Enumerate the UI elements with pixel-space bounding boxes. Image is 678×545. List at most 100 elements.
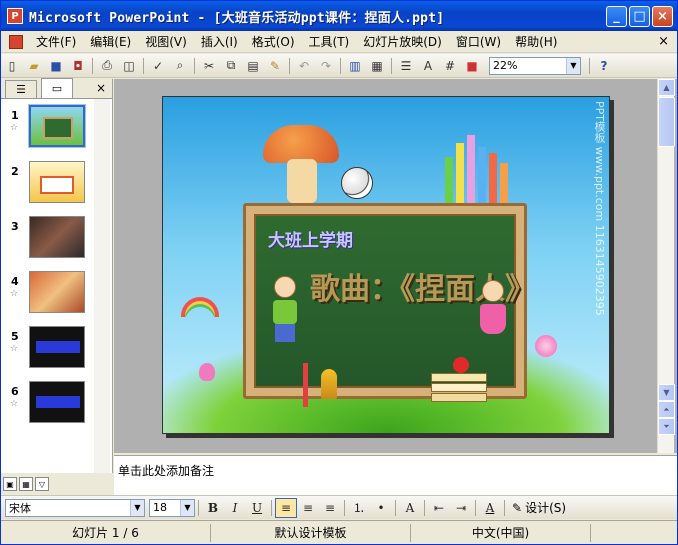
- underline-button[interactable]: U: [246, 498, 268, 518]
- view-buttons: ▣ ▦ ▽: [3, 477, 49, 491]
- slide-thumbnail[interactable]: [29, 161, 85, 203]
- slides-icon: ▭: [51, 82, 63, 95]
- print-icon[interactable]: ⎙: [96, 56, 118, 76]
- chevron-down-icon[interactable]: ▼: [180, 499, 194, 516]
- help-icon[interactable]: ?: [593, 56, 615, 76]
- close-button[interactable]: ×: [652, 6, 673, 27]
- tab-slides[interactable]: ▭: [41, 78, 73, 98]
- decrease-indent-icon[interactable]: ⇤: [428, 498, 450, 518]
- menu-format[interactable]: 格式(O): [245, 33, 302, 50]
- close-document-button[interactable]: ×: [658, 34, 669, 49]
- next-slide-icon[interactable]: ⏷: [658, 418, 675, 435]
- design-icon: ✎: [512, 500, 523, 515]
- open-icon[interactable]: ▰: [23, 56, 45, 76]
- design-label: 设计(S): [525, 501, 567, 515]
- menu-help[interactable]: 帮助(H): [508, 33, 564, 50]
- slideshow-icon[interactable]: ▽: [35, 477, 49, 491]
- insert-table-icon[interactable]: ▦: [366, 56, 388, 76]
- paste-icon[interactable]: ▤: [242, 56, 264, 76]
- slide-thumbnail[interactable]: [29, 381, 85, 423]
- increase-font-icon[interactable]: A: [399, 498, 421, 518]
- tab-outline[interactable]: ☰: [5, 80, 37, 98]
- menu-view[interactable]: 视图(V): [138, 33, 194, 50]
- menu-window[interactable]: 窗口(W): [449, 33, 508, 50]
- pencil-decoration: [303, 363, 308, 407]
- align-left-icon[interactable]: ≡: [275, 497, 297, 518]
- slide-sorter-icon[interactable]: ▦: [19, 477, 33, 491]
- print-preview-icon[interactable]: ◫: [118, 56, 140, 76]
- numbering-icon[interactable]: ⒈: [348, 498, 370, 518]
- title-bar[interactable]: P Microsoft PowerPoint - [大班音乐活动ppt课件：捏面…: [1, 1, 677, 31]
- menu-file[interactable]: 文件(F): [29, 33, 83, 50]
- research-icon[interactable]: ⌕: [169, 56, 191, 76]
- expand-all-icon[interactable]: ☰: [395, 56, 417, 76]
- editor-vertical-scrollbar[interactable]: ▲ ▼ ⏶ ⏷: [657, 79, 675, 453]
- close-pane-button[interactable]: ×: [96, 81, 106, 95]
- redo-icon[interactable]: ↷: [315, 56, 337, 76]
- animation-star-icon: ☆: [10, 344, 19, 354]
- font-color-icon[interactable]: A: [479, 498, 501, 518]
- normal-view-icon[interactable]: ▣: [3, 477, 17, 491]
- show-formatting-icon[interactable]: A: [417, 56, 439, 76]
- design-button[interactable]: ✎ 设计(S): [512, 499, 566, 516]
- bold-button[interactable]: B: [202, 498, 224, 518]
- align-right-icon[interactable]: ≡: [319, 498, 341, 518]
- slide-subtitle[interactable]: 大班上学期: [268, 226, 353, 251]
- soccer-ball-decoration: [341, 167, 373, 199]
- chevron-down-icon[interactable]: ▼: [566, 57, 580, 74]
- status-bar: 幻灯片 1 / 6 默认设计模板 中文(中国): [1, 520, 677, 544]
- menu-edit[interactable]: 编辑(E): [83, 33, 138, 50]
- font-value: 宋体: [9, 501, 31, 515]
- save-icon[interactable]: ■: [45, 56, 67, 76]
- slide-canvas[interactable]: 大班上学期 歌曲：《捏面人》 PPT模板 www.ppt.com 1163145…: [162, 96, 610, 434]
- document-icon[interactable]: [9, 34, 23, 49]
- minimize-button[interactable]: _: [606, 6, 627, 27]
- color-grayscale-icon[interactable]: ■: [461, 56, 483, 76]
- mushroom-decoration: [263, 125, 339, 163]
- slide-number: 3: [11, 220, 19, 233]
- pane-tabs: ☰ ▭ ×: [1, 78, 112, 99]
- scroll-up-icon[interactable]: ▲: [658, 79, 675, 96]
- blackboard-surface: 大班上学期 歌曲：《捏面人》: [254, 214, 535, 388]
- cut-icon[interactable]: ✂: [198, 56, 220, 76]
- crayons-decoration: [445, 127, 515, 207]
- permission-icon[interactable]: ◘: [67, 56, 89, 76]
- animation-star-icon: ☆: [10, 123, 19, 133]
- status-template[interactable]: 默认设计模板: [211, 523, 411, 542]
- format-painter-icon[interactable]: ✎: [264, 56, 286, 76]
- notes-pane[interactable]: 单击此处添加备注: [114, 455, 677, 495]
- slide-thumbnail[interactable]: [29, 326, 85, 368]
- scroll-thumb[interactable]: [658, 97, 675, 147]
- animation-star-icon: ☆: [10, 289, 19, 299]
- slide-thumbnail[interactable]: [29, 271, 85, 313]
- slide-number: 4: [11, 275, 19, 288]
- insert-chart-icon[interactable]: ▥: [344, 56, 366, 76]
- copy-icon[interactable]: ⧉: [220, 56, 242, 76]
- zoom-value: 22%: [493, 59, 518, 72]
- menu-tools[interactable]: 工具(T): [302, 33, 357, 50]
- font-size-select[interactable]: 18 ▼: [149, 498, 195, 517]
- font-select[interactable]: 宋体 ▼: [5, 498, 145, 517]
- increase-indent-icon[interactable]: ⇥: [450, 498, 472, 518]
- font-size-value: 18: [153, 501, 167, 514]
- align-center-icon[interactable]: ≡: [297, 498, 319, 518]
- scroll-down-icon[interactable]: ▼: [658, 384, 675, 401]
- spelling-icon[interactable]: ✓: [147, 56, 169, 76]
- slide-thumbnail[interactable]: [28, 104, 86, 148]
- slides-scrollbar[interactable]: [94, 99, 110, 473]
- previous-slide-icon[interactable]: ⏶: [658, 401, 675, 418]
- zoom-select[interactable]: 22% ▼: [489, 56, 581, 75]
- show-grid-icon[interactable]: #: [439, 56, 461, 76]
- menu-insert[interactable]: 插入(I): [194, 33, 245, 50]
- undo-icon[interactable]: ↶: [293, 56, 315, 76]
- slide-number: 1: [11, 109, 19, 122]
- boy-figure: [270, 276, 300, 346]
- italic-button[interactable]: I: [224, 498, 246, 518]
- slide-thumbnail[interactable]: [29, 216, 85, 258]
- powerpoint-icon[interactable]: P: [7, 8, 23, 24]
- maximize-button[interactable]: □: [629, 6, 650, 27]
- new-icon[interactable]: ▯: [1, 56, 23, 76]
- bullets-icon[interactable]: •: [370, 498, 392, 518]
- chevron-down-icon[interactable]: ▼: [130, 499, 144, 516]
- menu-slideshow[interactable]: 幻灯片放映(D): [356, 33, 449, 50]
